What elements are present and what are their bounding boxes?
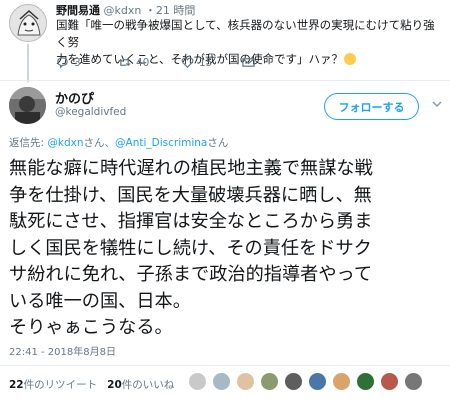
tweet-body-line: 無能な癖に時代遅れの植民地主義で無謀な戦 xyxy=(9,158,373,179)
retweet-total[interactable]: 22 xyxy=(9,379,24,391)
avatar-illustration-icon xyxy=(10,5,46,41)
tweet-body-line: いる唯一の国、日本。 xyxy=(9,290,191,312)
follow-button[interactable]: フォローする xyxy=(324,93,419,120)
liker-avatar[interactable] xyxy=(260,372,279,391)
retweet-button[interactable]: 40 xyxy=(118,56,149,69)
tweet-timestamp[interactable]: 22:41 - 2018年8月8日 xyxy=(9,343,116,358)
like-count: 15 xyxy=(199,56,213,69)
dm-button[interactable] xyxy=(242,56,255,69)
like-total[interactable]: 20 xyxy=(107,379,122,391)
heart-icon xyxy=(181,57,194,68)
reply-context: 返信先: @kdxnさん、@Anti_Discriminaさん xyxy=(9,135,228,150)
reply-icon xyxy=(57,57,68,69)
author-handle[interactable]: @kegaldivfed xyxy=(55,106,126,118)
like-button[interactable]: 15 xyxy=(181,56,212,69)
tweet-body-line: しく国民を犠牲にし続け、その責任をドサク xyxy=(9,237,372,259)
liker-avatar[interactable] xyxy=(380,372,399,391)
divider xyxy=(0,80,450,81)
thread-line xyxy=(27,44,29,82)
liker-avatar[interactable] xyxy=(236,372,255,391)
liker-avatar[interactable] xyxy=(356,372,375,391)
parent-tweet[interactable]: 野間易通 @kdxn ・21 時間 国難「唯一の戦争被爆国として、核兵器のない世… xyxy=(0,0,450,82)
liker-avatar[interactable] xyxy=(404,372,423,391)
liker-avatar[interactable] xyxy=(332,372,351,391)
reply-prefix: 返信先: xyxy=(9,137,45,149)
tweet-body-line: サ紛れに免れ、子孫まで政治的指導者やって xyxy=(9,264,373,285)
liker-avatar[interactable] xyxy=(284,372,303,391)
tweet-text-line: 国難「唯一の戦争被爆国として、核兵器のない世界の実現にむけて粘り強く努 xyxy=(56,18,435,49)
avatar[interactable] xyxy=(9,4,47,42)
liker-avatar[interactable] xyxy=(188,372,207,391)
author-name[interactable]: 野間易通 xyxy=(56,4,100,17)
mention-separator: さん、 xyxy=(83,137,116,149)
tweet-time[interactable]: ・21 時間 xyxy=(145,4,196,17)
retweet-icon xyxy=(118,58,131,67)
chevron-down-icon[interactable] xyxy=(431,98,443,110)
liker-avatar[interactable] xyxy=(212,372,231,391)
tweet-stats: 22件のリツイート 20件のいいね xyxy=(9,377,174,392)
envelope-icon xyxy=(242,58,255,67)
tweet-body: 無能な癖に時代遅れの植民地主義で無謀な戦 争を仕掛け、国民を大量破壊兵器に晒し、… xyxy=(9,156,445,342)
author-name[interactable]: かのぴ xyxy=(55,88,94,107)
tweet-body-line: 争を仕掛け、国民を大量破壊兵器に晒し、無 xyxy=(9,184,372,206)
reply-button[interactable]: 3 xyxy=(56,56,81,69)
tweet-body-line: そりゃぁこうなる。 xyxy=(9,317,173,338)
reply-count: 3 xyxy=(74,56,81,69)
divider xyxy=(0,365,450,366)
like-total-label[interactable]: 件のいいね xyxy=(122,379,175,391)
avatar[interactable] xyxy=(9,87,46,124)
author-handle[interactable]: @kdxn xyxy=(104,4,142,17)
liker-avatars xyxy=(188,372,423,394)
mention-link[interactable]: @Anti_Discrimina xyxy=(115,137,207,149)
retweet-count: 40 xyxy=(136,56,150,69)
mention-suffix: さん xyxy=(207,137,229,149)
avatar-photo-icon xyxy=(9,87,46,124)
mention-link[interactable]: @kdxn xyxy=(47,137,83,149)
retweet-total-label[interactable]: 件のリツイート xyxy=(24,379,98,391)
tweet-body-line: 駄死にさせ、指揮官は安全なところから勇ま xyxy=(9,211,373,232)
liker-avatar[interactable] xyxy=(308,372,327,391)
